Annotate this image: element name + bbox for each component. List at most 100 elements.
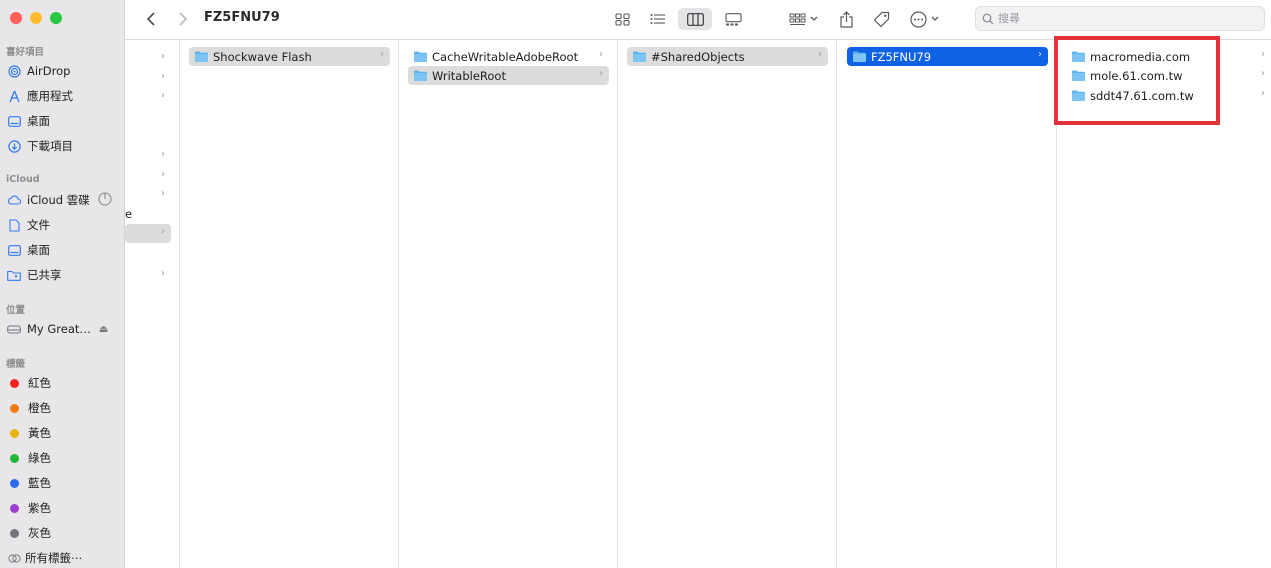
tags-header: 標籤 (6, 359, 26, 370)
icloud-drive-icon (7, 193, 21, 207)
sidebar-item-label: 下載項目 (27, 139, 73, 153)
folder-icon (195, 51, 208, 62)
column-3[interactable]: #SharedObjects › (618, 40, 837, 568)
back-button[interactable] (141, 8, 161, 30)
list-icon (650, 14, 665, 24)
column-4[interactable]: FZ5FNU79 › (837, 40, 1057, 568)
sidebar-tag-gray[interactable]: 灰色 (0, 522, 125, 544)
favorites-header: 喜好項目 (6, 47, 45, 58)
list-item-writableroot[interactable]: WritableRoot › (408, 66, 609, 85)
group-by-button[interactable] (785, 8, 821, 30)
column-0[interactable]: › › › › › › e › › (125, 40, 180, 568)
close-window-button[interactable] (10, 12, 22, 24)
tag-icon (873, 11, 889, 27)
group-icon (789, 13, 805, 25)
sidebar-item-icloud-drive[interactable]: iCloud 雲碟 (0, 189, 125, 211)
sidebar-item-label: iCloud 雲碟 (27, 193, 90, 207)
sidebar-item-label: 應用程式 (27, 89, 73, 103)
sidebar: 喜好項目 AirDrop 應用程式 桌面 下載項目 iCloud iCloud … (0, 0, 125, 568)
search-icon (982, 13, 994, 24)
more-actions-button[interactable] (905, 8, 943, 30)
airdrop-icon (7, 64, 21, 78)
chevron-right-icon: › (161, 226, 165, 237)
toolbar: FZ5FNU79 (125, 0, 1271, 40)
sidebar-item-airdrop[interactable]: AirDrop (0, 60, 125, 82)
columns-icon (686, 12, 704, 26)
sidebar-tag-red[interactable]: 紅色 (0, 372, 125, 394)
chevron-right-icon: › (1261, 49, 1265, 60)
minimize-window-button[interactable] (30, 12, 42, 24)
folder-icon (414, 70, 427, 81)
sidebar-item-label: 文件 (27, 218, 50, 232)
locations-header: 位置 (6, 305, 26, 316)
sidebar-item-label: 桌面 (27, 114, 50, 128)
forward-button[interactable] (173, 8, 193, 30)
tag-dot-icon (10, 428, 19, 438)
grid-icon (614, 12, 630, 26)
list-view-button[interactable] (645, 8, 671, 30)
sidebar-tag-blue[interactable]: 藍色 (0, 472, 125, 494)
tag-dot-icon (10, 528, 19, 538)
eject-icon[interactable]: ⏏ (99, 324, 108, 335)
zoom-window-button[interactable] (50, 12, 62, 24)
sidebar-item-label: 黃色 (28, 426, 51, 440)
tag-dot-icon (10, 378, 19, 388)
shared-folder-icon (7, 268, 21, 282)
sidebar-item-applications[interactable]: 應用程式 (0, 85, 125, 107)
tags-button[interactable] (869, 8, 893, 30)
sidebar-item-label: 橙色 (28, 401, 51, 415)
sidebar-item-label: 已共享 (27, 268, 62, 282)
folder-icon (414, 51, 427, 62)
sidebar-item-label: 所有標籤⋯ (25, 551, 83, 565)
sidebar-tag-purple[interactable]: 紫色 (0, 497, 125, 519)
chevron-down-icon (931, 16, 938, 21)
annotation-highlight-box (1054, 36, 1220, 125)
window-controls (10, 12, 62, 24)
downloads-icon (7, 139, 21, 153)
ellipsis-circle-icon (909, 10, 927, 28)
sidebar-item-label: 灰色 (28, 526, 51, 540)
icon-view-button[interactable] (609, 8, 635, 30)
list-item-shockwave-flash[interactable]: Shockwave Flash › (189, 47, 390, 66)
window-title: FZ5FNU79 (204, 10, 280, 25)
sidebar-item-disk[interactable]: My Great… ⏏ (0, 318, 125, 340)
sidebar-item-desktop[interactable]: 桌面 (0, 110, 125, 132)
sidebar-item-icloud-desktop[interactable]: 桌面 (0, 239, 125, 261)
column-view-button[interactable] (678, 8, 712, 30)
sidebar-all-tags[interactable]: 所有標籤⋯ (0, 547, 125, 568)
truncated-item-text: e (125, 207, 133, 221)
sidebar-item-label: 藍色 (28, 476, 51, 490)
sidebar-item-label: 綠色 (28, 451, 51, 465)
chevron-right-icon: › (161, 188, 165, 199)
search-field[interactable] (975, 6, 1265, 31)
sidebar-tag-yellow[interactable]: 黃色 (0, 422, 125, 444)
chevron-right-icon: › (1038, 49, 1042, 60)
list-item-cachewritable[interactable]: CacheWritableAdobeRoot › (408, 47, 609, 66)
folder-icon (853, 51, 866, 62)
applications-icon (7, 89, 21, 103)
gallery-view-button[interactable] (720, 8, 746, 30)
sidebar-item-label: AirDrop (27, 64, 71, 78)
search-input[interactable] (998, 12, 1248, 25)
all-tags-icon (7, 551, 21, 565)
sidebar-item-documents[interactable]: 文件 (0, 214, 125, 236)
tag-dot-icon (10, 478, 19, 488)
share-button[interactable] (835, 8, 857, 30)
sidebar-item-downloads[interactable]: 下載項目 (0, 135, 125, 157)
column-2[interactable]: CacheWritableAdobeRoot › WritableRoot › (399, 40, 618, 568)
list-item-fz5fnu79[interactable]: FZ5FNU79 › (847, 47, 1048, 66)
sidebar-tag-green[interactable]: 綠色 (0, 447, 125, 469)
desktop-icon (7, 114, 21, 128)
sidebar-item-label: 紫色 (28, 501, 51, 515)
sidebar-item-shared[interactable]: 已共享 (0, 264, 125, 286)
list-item-selected[interactable]: › (125, 224, 171, 243)
column-1[interactable]: Shockwave Flash › (180, 40, 399, 568)
list-item-sharedobjects[interactable]: #SharedObjects › (627, 47, 828, 66)
chevron-right-icon: › (818, 49, 822, 60)
tag-dot-icon (10, 453, 19, 463)
sidebar-item-label: 紅色 (28, 376, 51, 390)
storage-progress-icon (98, 191, 112, 209)
sidebar-tag-orange[interactable]: 橙色 (0, 397, 125, 419)
chevron-right-icon: › (1261, 68, 1265, 79)
chevron-down-icon (810, 16, 817, 21)
